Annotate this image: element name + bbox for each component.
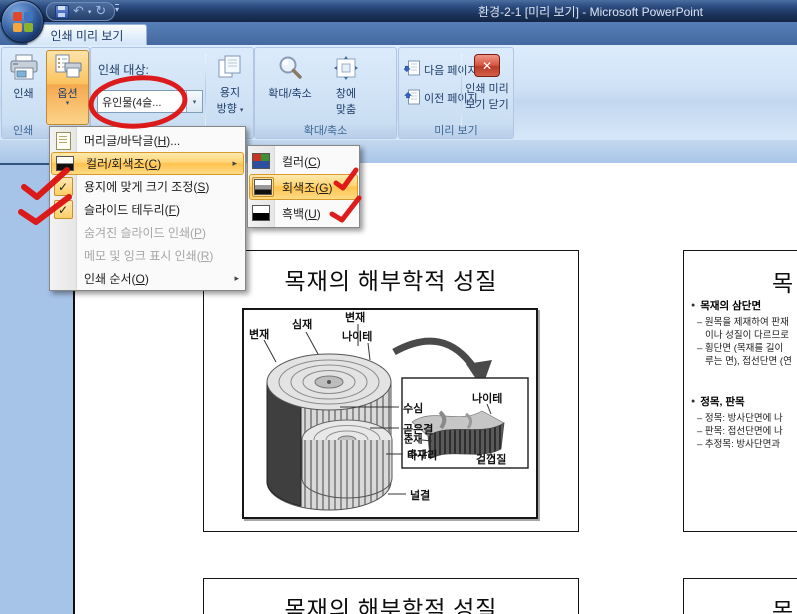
fit-window-label-1: 창에 [336,85,356,101]
diagram-label-springwood: 춘재 [404,433,422,446]
office-button[interactable] [1,0,44,43]
options-button-label: 옵션 [57,85,77,101]
close-label-1: 인쇄 미리 [465,80,509,96]
print-options-icon [53,51,83,85]
undo-dropdown-icon[interactable]: ▾ [88,8,92,16]
options-menu: 머리글/바닥글(H)... 컬러/회색조(C) ▸ ✓ 용지에 맞게 크기 조정… [49,126,246,291]
menu-item-color-grayscale[interactable]: 컬러/회색조(C) ▸ [51,152,244,175]
slide2-section1-heading: ● 목재의 삼단면 [691,298,797,313]
menu-item-header-footer[interactable]: 머리글/바닥글(H)... [50,129,245,152]
menu-item-frame-slides[interactable]: ✓ 슬라이드 테두리(F) [50,198,245,221]
submenu-item-grayscale[interactable]: 회색조(G) [249,174,358,200]
checkbox-checked-icon: ✓ [54,177,73,196]
grayscale-mode-icon [254,179,272,195]
slide2-line: – 판목: 접선단면에 나 [697,425,797,438]
black-white-mode-icon [252,205,270,221]
print-what-value: 유인물(4슬... [98,94,186,110]
checkbox-checked-icon: ✓ [54,200,73,219]
diagram-label-sapwood-top: 변재 [345,310,365,324]
diagram-label-flat-grain: 널결 [410,488,430,502]
qat-customize-icon[interactable]: ▾ [115,4,119,14]
slide2-line: – 추정목: 방사단면과 [697,438,797,451]
zoom-group-label: 확대/축소 [255,125,396,138]
powerpoint-window: ↶ ▾ ↻ ▾ 환경-2-1 [미리 보기] - Microsoft Power… [0,0,797,614]
slide2-line: 루는 면), 접선단면 (연 [705,355,797,368]
color-grayscale-icon [56,156,74,171]
diagram-label-sapwood-left: 변재 [249,327,269,341]
menu-item-scale-to-fit[interactable]: ✓ 용지에 맞게 크기 조정(S) [50,175,245,198]
slide2-line: 이나 성질이 다르므로 [705,329,797,342]
print-button[interactable]: 인쇄 [4,51,43,101]
header-footer-icon [56,132,71,150]
next-page-icon [404,60,420,80]
ribbon-group-preview: 다음 페이지 이전 페이지 ✕ 인쇄 미리 보기 닫기 미리 보기 [398,47,514,139]
slide-preview-2: 목 ● 목재의 삼단면 – 원목을 제재하여 판재 이나 성질이 다르므로 – … [683,250,797,532]
submenu-item-color[interactable]: 컬러(C) [248,148,359,174]
slide2-section2-heading: ● 정목, 판목 [691,394,797,409]
orientation-dropdown-arrow-icon: ▾ [240,107,244,114]
print-what-combobox[interactable]: 유인물(4슬... ▾ [97,90,203,113]
slide2-line: – 정목: 방사단면에 나 [697,412,797,425]
menu-item-print-comments: 메모 및 잉크 표시 인쇄(R) [50,244,245,267]
fit-window-icon [333,51,359,85]
tab-print-preview[interactable]: 인쇄 미리 보기 [27,24,147,46]
redo-icon[interactable]: ↻ [95,4,106,19]
printer-icon [9,51,39,85]
color-mode-icon [252,153,270,169]
slide3-title: 목재의 해부학적 성질 [204,590,578,614]
diagram-label-pith: 수심 [403,401,423,415]
slide2-line: – 횡단면 (목재를 길이 [697,342,797,355]
print-what-label: 인쇄 대상: [98,61,149,78]
submenu-arrow-icon: ▸ [234,273,239,284]
submenu-item-black-white[interactable]: 흑백(U) [248,200,359,226]
options-button[interactable]: 옵션 ▾ [46,50,89,125]
titlebar: ↶ ▾ ↻ ▾ 환경-2-1 [미리 보기] - Microsoft Power… [0,0,797,22]
bullet-icon: ● [691,302,695,309]
preview-group-label: 미리 보기 [399,125,513,138]
zoom-button-label: 확대/축소 [268,85,312,101]
magnifier-icon [277,51,303,85]
slide2-title-fragment: 목 [772,264,793,298]
prev-page-icon [404,88,420,108]
paper-orientation-icon [217,50,243,84]
submenu-arrow-icon: ▸ [232,158,237,169]
zoom-button[interactable]: 확대/축소 [258,51,322,101]
color-grayscale-submenu: 컬러(C) 회색조(G) 흑백(U) [247,145,360,228]
fit-window-label-2: 맞춤 [336,101,356,117]
bullet-icon: ● [691,398,695,405]
menu-item-printing-order[interactable]: 인쇄 순서(O) ▸ [50,267,245,290]
orientation-label-2: 방향 ▾ [217,100,244,116]
slide-preview-1: 목재의 해부학적 성질 [203,250,579,532]
diagram-label-annual-ring: 나이테 [342,329,372,343]
close-print-preview-button[interactable]: ✕ 인쇄 미리 보기 닫기 [463,54,511,112]
slide4-title-fragment: 목 [772,592,793,614]
ribbon-group-zoom: 확대/축소 창에 맞춤 확대/축소 [254,47,397,139]
slide-preview-4: 목 [683,578,797,614]
slide2-body: ● 목재의 삼단면 – 원목을 제재하여 판재 이나 성질이 다르므로 – 횡단… [684,295,797,451]
diagram-label-heartwood: 심재 [292,317,312,331]
diagram-label-bark: 겉껍질 [476,453,506,466]
orientation-label-1: 용지 [220,84,240,100]
menu-item-print-hidden-slides: 숨겨진 슬라이드 인쇄(P) [50,221,245,244]
save-icon[interactable] [55,5,69,19]
slide-preview-3: 목재의 해부학적 성질 [203,578,579,614]
close-icon: ✕ [474,54,500,77]
combobox-arrow-icon[interactable]: ▾ [186,91,202,112]
diagram-label-annual-ring2: 나이테 [472,391,502,405]
window-title: 환경-2-1 [미리 보기] - Microsoft PowerPoint [478,3,793,19]
wood-anatomy-diagram: 변재 심재 변재 나이테 수심 곧은결 마구리 널결 나이테 춘재 추재 겉껍질 [242,308,538,519]
fit-to-window-button[interactable]: 창에 맞춤 [324,51,368,117]
slide1-title: 목재의 해부학적 성질 [204,262,578,296]
undo-icon[interactable]: ↶ [73,4,84,19]
print-button-label: 인쇄 [13,85,33,101]
options-dropdown-arrow-icon: ▾ [66,101,70,107]
close-label-2: 보기 닫기 [465,96,509,112]
quick-access-toolbar: ↶ ▾ ↻ [46,2,115,21]
ribbon-tab-row: 인쇄 미리 보기 [0,22,797,45]
diagram-label-summerwood: 추재 [408,448,426,461]
orientation-button[interactable]: 용지 방향 ▾ [208,50,252,116]
office-logo-icon [13,12,33,32]
slide2-line: – 원목을 제재하여 판재 [697,316,797,329]
